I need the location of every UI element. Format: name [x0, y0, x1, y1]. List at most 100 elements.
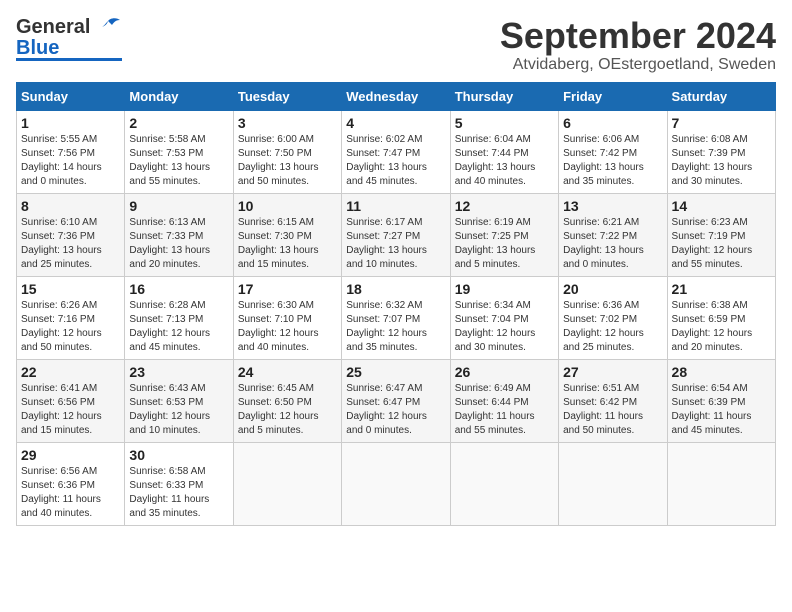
day-info: Sunrise: 6:13 AMSunset: 7:33 PMDaylight:…	[129, 216, 228, 272]
calendar-cell: 21 Sunrise: 6:38 AMSunset: 6:59 PMDayligh…	[667, 276, 775, 359]
day-info: Sunrise: 6:15 AMSunset: 7:30 PMDaylight:…	[238, 216, 337, 272]
day-info: Sunrise: 5:58 AMSunset: 7:53 PMDaylight:…	[129, 133, 228, 189]
day-number: 9	[129, 198, 228, 214]
calendar-cell: 23 Sunrise: 6:43 AMSunset: 6:53 PMDayligh…	[125, 359, 233, 442]
calendar-cell: 19 Sunrise: 6:34 AMSunset: 7:04 PMDayligh…	[450, 276, 558, 359]
day-number: 2	[129, 115, 228, 131]
day-info: Sunrise: 6:06 AMSunset: 7:42 PMDaylight:…	[563, 133, 662, 189]
day-number: 21	[672, 281, 771, 297]
day-info: Sunrise: 6:43 AMSunset: 6:53 PMDaylight:…	[129, 382, 228, 438]
calendar-cell: 16Sunrise: 6:28 AMSunset: 7:13 PMDayligh…	[125, 276, 233, 359]
calendar-cell: 27 Sunrise: 6:51 AMSunset: 6:42 PMDayligh…	[559, 359, 667, 442]
day-number: 3	[238, 115, 337, 131]
logo-blue-text: Blue	[16, 39, 59, 57]
day-info: Sunrise: 6:04 AMSunset: 7:44 PMDaylight:…	[455, 133, 554, 189]
day-number: 6	[563, 115, 662, 131]
calendar-cell: 5 Sunrise: 6:04 AMSunset: 7:44 PMDaylight…	[450, 110, 558, 193]
calendar-cell: 2 Sunrise: 5:58 AMSunset: 7:53 PMDaylight…	[125, 110, 233, 193]
day-header-saturday: Saturday	[667, 82, 775, 110]
day-info: Sunrise: 6:38 AMSunset: 6:59 PMDaylight:…	[672, 299, 771, 355]
day-info: Sunrise: 6:54 AMSunset: 6:39 PMDaylight:…	[672, 382, 771, 438]
day-info: Sunrise: 6:47 AMSunset: 6:47 PMDaylight:…	[346, 382, 445, 438]
calendar-week-2: 8Sunrise: 6:10 AMSunset: 7:36 PMDaylight…	[17, 193, 776, 276]
day-info: Sunrise: 5:55 AMSunset: 7:56 PMDaylight:…	[21, 133, 120, 189]
day-info: Sunrise: 6:28 AMSunset: 7:13 PMDaylight:…	[129, 299, 228, 355]
calendar-cell: 22 Sunrise: 6:41 AMSunset: 6:56 PMDayligh…	[17, 359, 125, 442]
day-info: Sunrise: 6:32 AMSunset: 7:07 PMDaylight:…	[346, 299, 445, 355]
calendar-cell	[233, 442, 341, 525]
day-header-sunday: Sunday	[17, 82, 125, 110]
calendar-cell: 28 Sunrise: 6:54 AMSunset: 6:39 PMDayligh…	[667, 359, 775, 442]
calendar-cell	[559, 442, 667, 525]
day-info: Sunrise: 6:30 AMSunset: 7:10 PMDaylight:…	[238, 299, 337, 355]
logo: General Blue	[16, 16, 122, 61]
day-info: Sunrise: 6:45 AMSunset: 6:50 PMDaylight:…	[238, 382, 337, 438]
calendar-cell: 13Sunrise: 6:21 AMSunset: 7:22 PMDayligh…	[559, 193, 667, 276]
day-number: 11	[346, 198, 445, 214]
day-number: 28	[672, 364, 771, 380]
month-title: September 2024	[500, 16, 776, 56]
day-number: 8	[21, 198, 120, 214]
day-info: Sunrise: 6:19 AMSunset: 7:25 PMDaylight:…	[455, 216, 554, 272]
calendar-cell	[342, 442, 450, 525]
location-title: Atvidaberg, OEstergoetland, Sweden	[500, 56, 776, 74]
calendar-cell: 10 Sunrise: 6:15 AMSunset: 7:30 PMDayligh…	[233, 193, 341, 276]
day-number: 15	[21, 281, 120, 297]
day-number: 27	[563, 364, 662, 380]
page-header: General Blue September 2024 Atvidaberg, …	[16, 16, 776, 74]
calendar-week-1: 1 Sunrise: 5:55 AMSunset: 7:56 PMDaylight…	[17, 110, 776, 193]
day-number: 22	[21, 364, 120, 380]
calendar-cell: 25 Sunrise: 6:47 AMSunset: 6:47 PMDayligh…	[342, 359, 450, 442]
logo-bird-icon	[94, 17, 122, 39]
day-number: 30	[129, 447, 228, 463]
day-number: 23	[129, 364, 228, 380]
day-number: 7	[672, 115, 771, 131]
calendar-cell: 12 Sunrise: 6:19 AMSunset: 7:25 PMDayligh…	[450, 193, 558, 276]
calendar-week-3: 15 Sunrise: 6:26 AMSunset: 7:16 PMDayligh…	[17, 276, 776, 359]
day-number: 17	[238, 281, 337, 297]
logo-underline	[16, 58, 122, 61]
calendar-cell	[450, 442, 558, 525]
calendar-week-5: 29 Sunrise: 6:56 AMSunset: 6:36 PMDayligh…	[17, 442, 776, 525]
day-number: 5	[455, 115, 554, 131]
day-number: 13	[563, 198, 662, 214]
day-number: 19	[455, 281, 554, 297]
day-header-monday: Monday	[125, 82, 233, 110]
day-info: Sunrise: 6:17 AMSunset: 7:27 PMDaylight:…	[346, 216, 445, 272]
day-header-friday: Friday	[559, 82, 667, 110]
day-number: 25	[346, 364, 445, 380]
calendar-cell: 18Sunrise: 6:32 AMSunset: 7:07 PMDayligh…	[342, 276, 450, 359]
logo-general-text: General	[16, 16, 90, 39]
calendar-week-4: 22 Sunrise: 6:41 AMSunset: 6:56 PMDayligh…	[17, 359, 776, 442]
calendar-cell: 29 Sunrise: 6:56 AMSunset: 6:36 PMDayligh…	[17, 442, 125, 525]
day-info: Sunrise: 6:41 AMSunset: 6:56 PMDaylight:…	[21, 382, 120, 438]
day-header-tuesday: Tuesday	[233, 82, 341, 110]
day-info: Sunrise: 6:58 AMSunset: 6:33 PMDaylight:…	[129, 465, 228, 521]
day-info: Sunrise: 6:51 AMSunset: 6:42 PMDaylight:…	[563, 382, 662, 438]
calendar-cell: 9 Sunrise: 6:13 AMSunset: 7:33 PMDaylight…	[125, 193, 233, 276]
calendar-cell: 3Sunrise: 6:00 AMSunset: 7:50 PMDaylight…	[233, 110, 341, 193]
day-number: 10	[238, 198, 337, 214]
day-number: 1	[21, 115, 120, 131]
calendar-table: SundayMondayTuesdayWednesdayThursdayFrid…	[16, 82, 776, 526]
day-number: 24	[238, 364, 337, 380]
calendar-cell: 30 Sunrise: 6:58 AMSunset: 6:33 PMDayligh…	[125, 442, 233, 525]
calendar-cell: 17 Sunrise: 6:30 AMSunset: 7:10 PMDayligh…	[233, 276, 341, 359]
title-area: September 2024 Atvidaberg, OEstergoetlan…	[500, 16, 776, 74]
day-info: Sunrise: 6:34 AMSunset: 7:04 PMDaylight:…	[455, 299, 554, 355]
day-info: Sunrise: 6:49 AMSunset: 6:44 PMDaylight:…	[455, 382, 554, 438]
calendar-header: SundayMondayTuesdayWednesdayThursdayFrid…	[17, 82, 776, 110]
day-number: 14	[672, 198, 771, 214]
calendar-cell: 20Sunrise: 6:36 AMSunset: 7:02 PMDayligh…	[559, 276, 667, 359]
day-info: Sunrise: 6:08 AMSunset: 7:39 PMDaylight:…	[672, 133, 771, 189]
day-info: Sunrise: 6:56 AMSunset: 6:36 PMDaylight:…	[21, 465, 120, 521]
day-number: 26	[455, 364, 554, 380]
day-number: 12	[455, 198, 554, 214]
calendar-cell: 26 Sunrise: 6:49 AMSunset: 6:44 PMDayligh…	[450, 359, 558, 442]
day-info: Sunrise: 6:23 AMSunset: 7:19 PMDaylight:…	[672, 216, 771, 272]
calendar-cell: 7 Sunrise: 6:08 AMSunset: 7:39 PMDaylight…	[667, 110, 775, 193]
calendar-cell	[667, 442, 775, 525]
day-info: Sunrise: 6:02 AMSunset: 7:47 PMDaylight:…	[346, 133, 445, 189]
day-info: Sunrise: 6:26 AMSunset: 7:16 PMDaylight:…	[21, 299, 120, 355]
day-number: 29	[21, 447, 120, 463]
